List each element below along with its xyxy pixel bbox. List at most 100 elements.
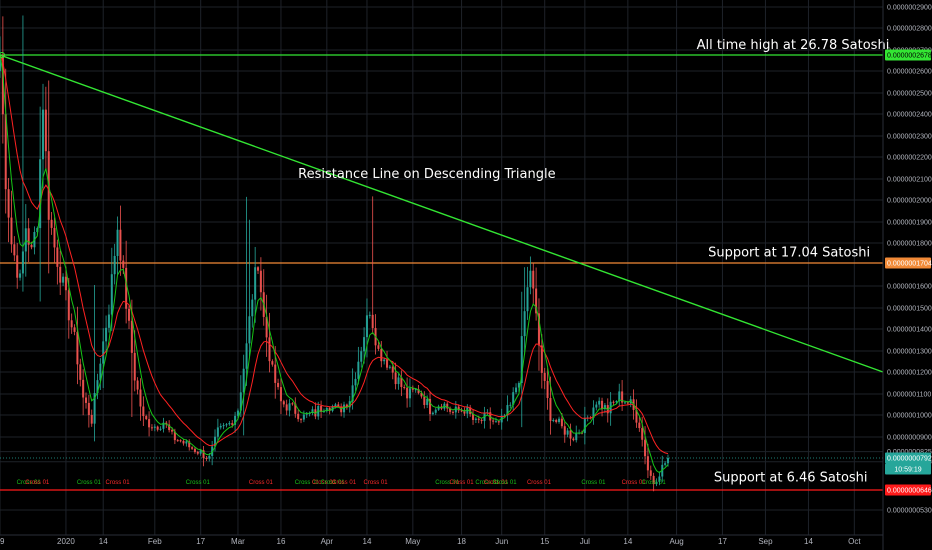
price-tick-label: 0.0000002300 [887,134,932,141]
candle-body [403,387,406,389]
candle-body [130,320,133,353]
price-tick-label: 0.0000001800 [887,241,932,248]
candle-body [299,419,303,421]
candle-body [10,217,13,245]
price-tick-label: 0.0000001100 [887,392,931,399]
time-tick-label: 2020 [57,537,75,546]
candle-body [208,455,211,459]
price-tick-label: 0.0000002500 [887,91,932,98]
candle-body [44,109,47,152]
candle-body [397,377,400,385]
candle-body [552,420,555,422]
candle-body [170,430,174,432]
time-tick-label: 17 [718,537,727,546]
time-tick-label: 14 [804,537,813,546]
candle-body [380,348,383,362]
candle-body [219,425,222,428]
candle-body [84,397,88,403]
price-tick-label: 0.0000002000 [887,198,932,205]
time-tick-label: Jul [580,537,590,546]
time-tick-label: 16 [277,537,286,546]
candle-body [371,314,374,329]
candle-body [583,417,586,434]
price-tick-label: 0.0000001300 [887,349,932,356]
candle-body [64,276,67,291]
candle-body [291,403,294,405]
candle-body [256,267,260,271]
candle-body [612,401,615,403]
candle-body [595,404,598,408]
candle-body [127,308,131,321]
level-ath-badge-label: 0.0000002678 [887,53,932,60]
cross-label: Cross 01 [642,480,667,486]
candle-body [82,379,85,398]
candle-body [254,267,257,300]
candle-body [388,366,391,368]
price-tick-label: 0.0000001600 [887,284,932,291]
candle-body [231,423,234,425]
countdown-label: 10:59:19 [894,467,921,474]
candle-body [357,361,360,379]
candle-body [119,229,122,261]
candle-body [477,418,480,420]
candle-body [641,428,644,440]
candle-body [222,425,225,427]
candle-body [601,400,604,410]
price-tick-label: 0.0000002400 [887,112,932,119]
candle-body [179,440,182,442]
candle-body [408,388,411,399]
candle-body [543,372,546,381]
candle-body [248,316,251,344]
candle-body [105,327,108,342]
candle-body [259,270,262,293]
candle-body [62,276,65,283]
price-chart[interactable]: Cross 01 Cross 01 Cross 01 Cross 01 Cross 01… [0,0,932,550]
candle-body [394,372,397,385]
candle-body [360,351,363,362]
candle-body [342,404,346,413]
candle-body [572,438,575,441]
candle-body [555,420,558,423]
candle-body [110,274,113,315]
candle-body [274,364,277,383]
time-tick-label: 9 [0,537,5,546]
candle-body [30,244,33,248]
candle-body [102,341,105,364]
candle-body [644,439,647,457]
candle-body [133,352,136,381]
chart-background [0,0,932,550]
candle-body [363,337,366,352]
candle-body [288,403,291,411]
candle-body [549,398,552,421]
candle-body [176,440,179,442]
candle-body [282,401,285,405]
cross-label: Cross 01 [450,480,475,486]
cross-label: Cross 01 [106,480,131,486]
current-price-badge-label: 0.0000000792 [887,456,932,463]
time-tick-label: Feb [148,537,162,546]
price-tick-label: 0.0000001500 [887,306,932,313]
candle-body [383,359,386,362]
candle-body [615,401,618,403]
candle-body [245,343,248,369]
time-tick-label: 14 [99,537,108,546]
candle-body [646,456,649,471]
candle-body [626,402,629,404]
candle-body [509,404,512,406]
candle-body [649,470,652,476]
candle-body [156,426,159,430]
candle-body [19,273,22,278]
candle-body [406,387,409,399]
candle-body [297,413,300,420]
cross-label: Cross 01 [527,480,552,486]
candle-body [73,327,76,332]
candle-body [515,387,518,393]
price-tick-label: 0.0000001900 [887,220,932,227]
candle-body [136,380,139,390]
candle-body [391,366,394,373]
candle-body [480,419,483,422]
cross-label: Cross 01 [77,480,102,486]
candle-body [21,251,24,274]
candle-body [24,228,27,252]
price-tick-label: 0.0000002900 [887,5,932,12]
